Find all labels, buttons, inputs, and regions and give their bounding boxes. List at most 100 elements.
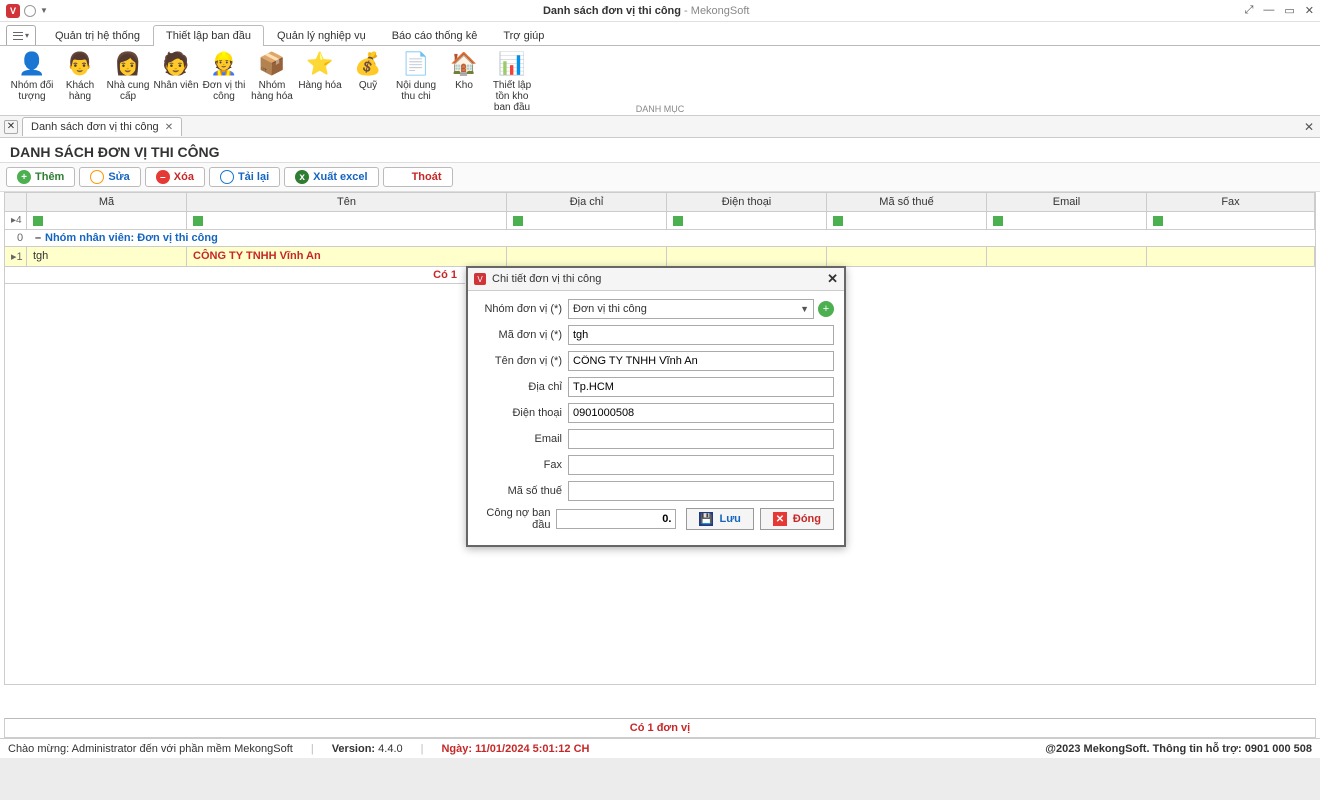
congno-input[interactable] [556, 509, 676, 529]
reload-icon: ⟳ [220, 170, 234, 184]
product-icon: ⭐ [306, 50, 334, 78]
status-date: 11/01/2024 5:01:12 CH [475, 743, 589, 755]
tool-don-vi-thi-cong[interactable]: 👷Đơn vị thi công [200, 50, 248, 113]
tool-nhan-vien[interactable]: 🧑Nhân viên [152, 50, 200, 113]
mst-input[interactable] [568, 481, 834, 501]
tab-quan-tri[interactable]: Quản trị hệ thống [42, 25, 153, 46]
col-fax[interactable]: Fax [1147, 193, 1315, 211]
add-nhom-icon[interactable]: + [818, 301, 834, 317]
filter-dt[interactable] [667, 212, 827, 229]
close-window-icon[interactable]: ✕ [1305, 4, 1314, 17]
grid-footer-count: Có 1 đơn vị [4, 718, 1316, 738]
dialog-title: Chi tiết đơn vị thi công [492, 273, 827, 285]
filter-mst[interactable] [827, 212, 987, 229]
exit-button[interactable]: ↪Thoát [383, 167, 453, 187]
ribbon-toolbar: 👤Nhóm đối tượng 👨Khách hàng 👩Nhà cung cấ… [0, 46, 1320, 116]
tool-noi-dung-thu-chi[interactable]: 📄Nội dung thu chi [392, 50, 440, 113]
filter-email[interactable] [987, 212, 1147, 229]
email-input[interactable] [568, 429, 834, 449]
filter-ma[interactable] [27, 212, 187, 229]
file-menu-button[interactable]: ▾ [6, 25, 36, 45]
col-dien-thoai[interactable]: Điện thoại [667, 193, 827, 211]
tab-tro-giup[interactable]: Trợ giúp [490, 25, 557, 46]
tab-thiet-lap[interactable]: Thiết lập ban đầu [153, 25, 264, 46]
doctab-danh-sach[interactable]: Danh sách đơn vị thi công ✕ [22, 117, 182, 136]
doctab-close-icon[interactable]: ✕ [165, 122, 173, 133]
status-welcome: Chào mừng: Administrator đến với phần mề… [8, 743, 293, 755]
cell-mst [827, 247, 987, 266]
tool-nhom-doi-tuong[interactable]: 👤Nhóm đối tượng [8, 50, 56, 113]
ma-input[interactable] [568, 325, 834, 345]
add-button[interactable]: +Thêm [6, 167, 75, 187]
version-label: Version: [332, 743, 375, 755]
titlebar: V ▼ Danh sách đơn vị thi công - MekongSo… [0, 0, 1320, 22]
filter-icon [993, 216, 1003, 226]
excel-icon: x [295, 170, 309, 184]
dialog-close-icon[interactable]: ✕ [827, 271, 838, 287]
dt-input[interactable] [568, 403, 834, 423]
status-support: @2023 MekongSoft. Thông tin hỗ trợ: 0901… [1045, 743, 1312, 755]
cell-ma: tgh [27, 247, 187, 266]
tool-nha-cung-cap[interactable]: 👩Nhà cung cấp [104, 50, 152, 113]
cell-ten: CÔNG TY TNHH Vĩnh An [187, 247, 507, 266]
tabs-close-right-icon[interactable]: ✕ [1304, 120, 1314, 134]
tool-quy[interactable]: 💰Quỹ [344, 50, 392, 113]
diachi-input[interactable] [568, 377, 834, 397]
lbl-email: Email [478, 433, 568, 445]
filter-ten[interactable] [187, 212, 507, 229]
col-email[interactable]: Email [987, 193, 1147, 211]
fund-icon: 💰 [354, 50, 382, 78]
filter-icon [33, 216, 43, 226]
cell-fax [1147, 247, 1315, 266]
close-all-tabs-icon[interactable]: ✕ [4, 120, 18, 134]
col-mst[interactable]: Mã số thuế [827, 193, 987, 211]
tool-nhom-hang-hoa[interactable]: 📦Nhóm hàng hóa [248, 50, 296, 113]
filter-fax[interactable] [1147, 212, 1315, 229]
col-diachi[interactable]: Địa chỉ [507, 193, 667, 211]
tab-quan-ly[interactable]: Quản lý nghiệp vụ [264, 25, 379, 46]
quick-access-dropdown[interactable] [24, 5, 36, 17]
edit-button[interactable]: ✎Sửa [79, 167, 140, 187]
contractor-icon: 👷 [210, 50, 238, 78]
maximize-icon[interactable]: ▭ [1284, 4, 1294, 17]
collapse-icon[interactable]: – [31, 232, 45, 244]
tool-khach-hang[interactable]: 👨Khách hàng [56, 50, 104, 113]
plus-icon: + [17, 170, 31, 184]
app-logo-icon: V [6, 4, 20, 18]
fullscreen-icon[interactable]: ⤢ [1245, 4, 1254, 17]
ten-input[interactable] [568, 351, 834, 371]
action-bar: +Thêm ✎Sửa –Xóa ⟳Tải lại xXuất excel ↪Th… [0, 162, 1320, 192]
minimize-icon[interactable]: — [1263, 4, 1274, 17]
tool-hang-hoa[interactable]: ⭐Hàng hóa [296, 50, 344, 113]
lbl-dt: Điện thoại [478, 407, 568, 419]
col-ma[interactable]: Mã [27, 193, 187, 211]
hamburger-icon [13, 32, 23, 40]
filter-diachi[interactable] [507, 212, 667, 229]
supplier-icon: 👩 [114, 50, 142, 78]
ribbon-tabs: ▾ Quản trị hệ thống Thiết lập ban đầu Qu… [0, 22, 1320, 46]
quick-access-caret-icon[interactable]: ▼ [40, 6, 48, 15]
save-icon: 💾 [699, 512, 713, 526]
receipt-icon: 📄 [402, 50, 430, 78]
reload-button[interactable]: ⟳Tải lại [209, 167, 280, 187]
table-row[interactable]: ▸1 tgh CÔNG TY TNHH Vĩnh An [5, 247, 1315, 267]
filter-icon [673, 216, 683, 226]
export-excel-button[interactable]: xXuất excel [284, 167, 378, 187]
group-label: Nhóm nhân viên: Đơn vị thi công [45, 232, 218, 244]
nhom-select[interactable]: Đơn vị thi công ▼ [568, 299, 814, 319]
tool-ton-kho[interactable]: 📊Thiết lập tồn kho ban đầu [488, 50, 536, 113]
minus-icon: – [156, 170, 170, 184]
delete-button[interactable]: –Xóa [145, 167, 205, 187]
tab-bao-cao[interactable]: Báo cáo thống kê [379, 25, 491, 46]
row-index: ▸1 [5, 247, 27, 266]
tool-kho[interactable]: 🏠Kho [440, 50, 488, 113]
pencil-icon: ✎ [90, 170, 104, 184]
group-row[interactable]: 0 – Nhóm nhân viên: Đơn vị thi công [5, 230, 1315, 247]
col-ten[interactable]: Tên [187, 193, 507, 211]
fax-input[interactable] [568, 455, 834, 475]
group-icon: 👤 [18, 50, 46, 78]
close-button[interactable]: ✕Đóng [760, 508, 834, 530]
dialog-titlebar[interactable]: V Chi tiết đơn vị thi công ✕ [468, 268, 844, 291]
group-index: 0 [9, 232, 31, 244]
save-button[interactable]: 💾Lưu [686, 508, 753, 530]
